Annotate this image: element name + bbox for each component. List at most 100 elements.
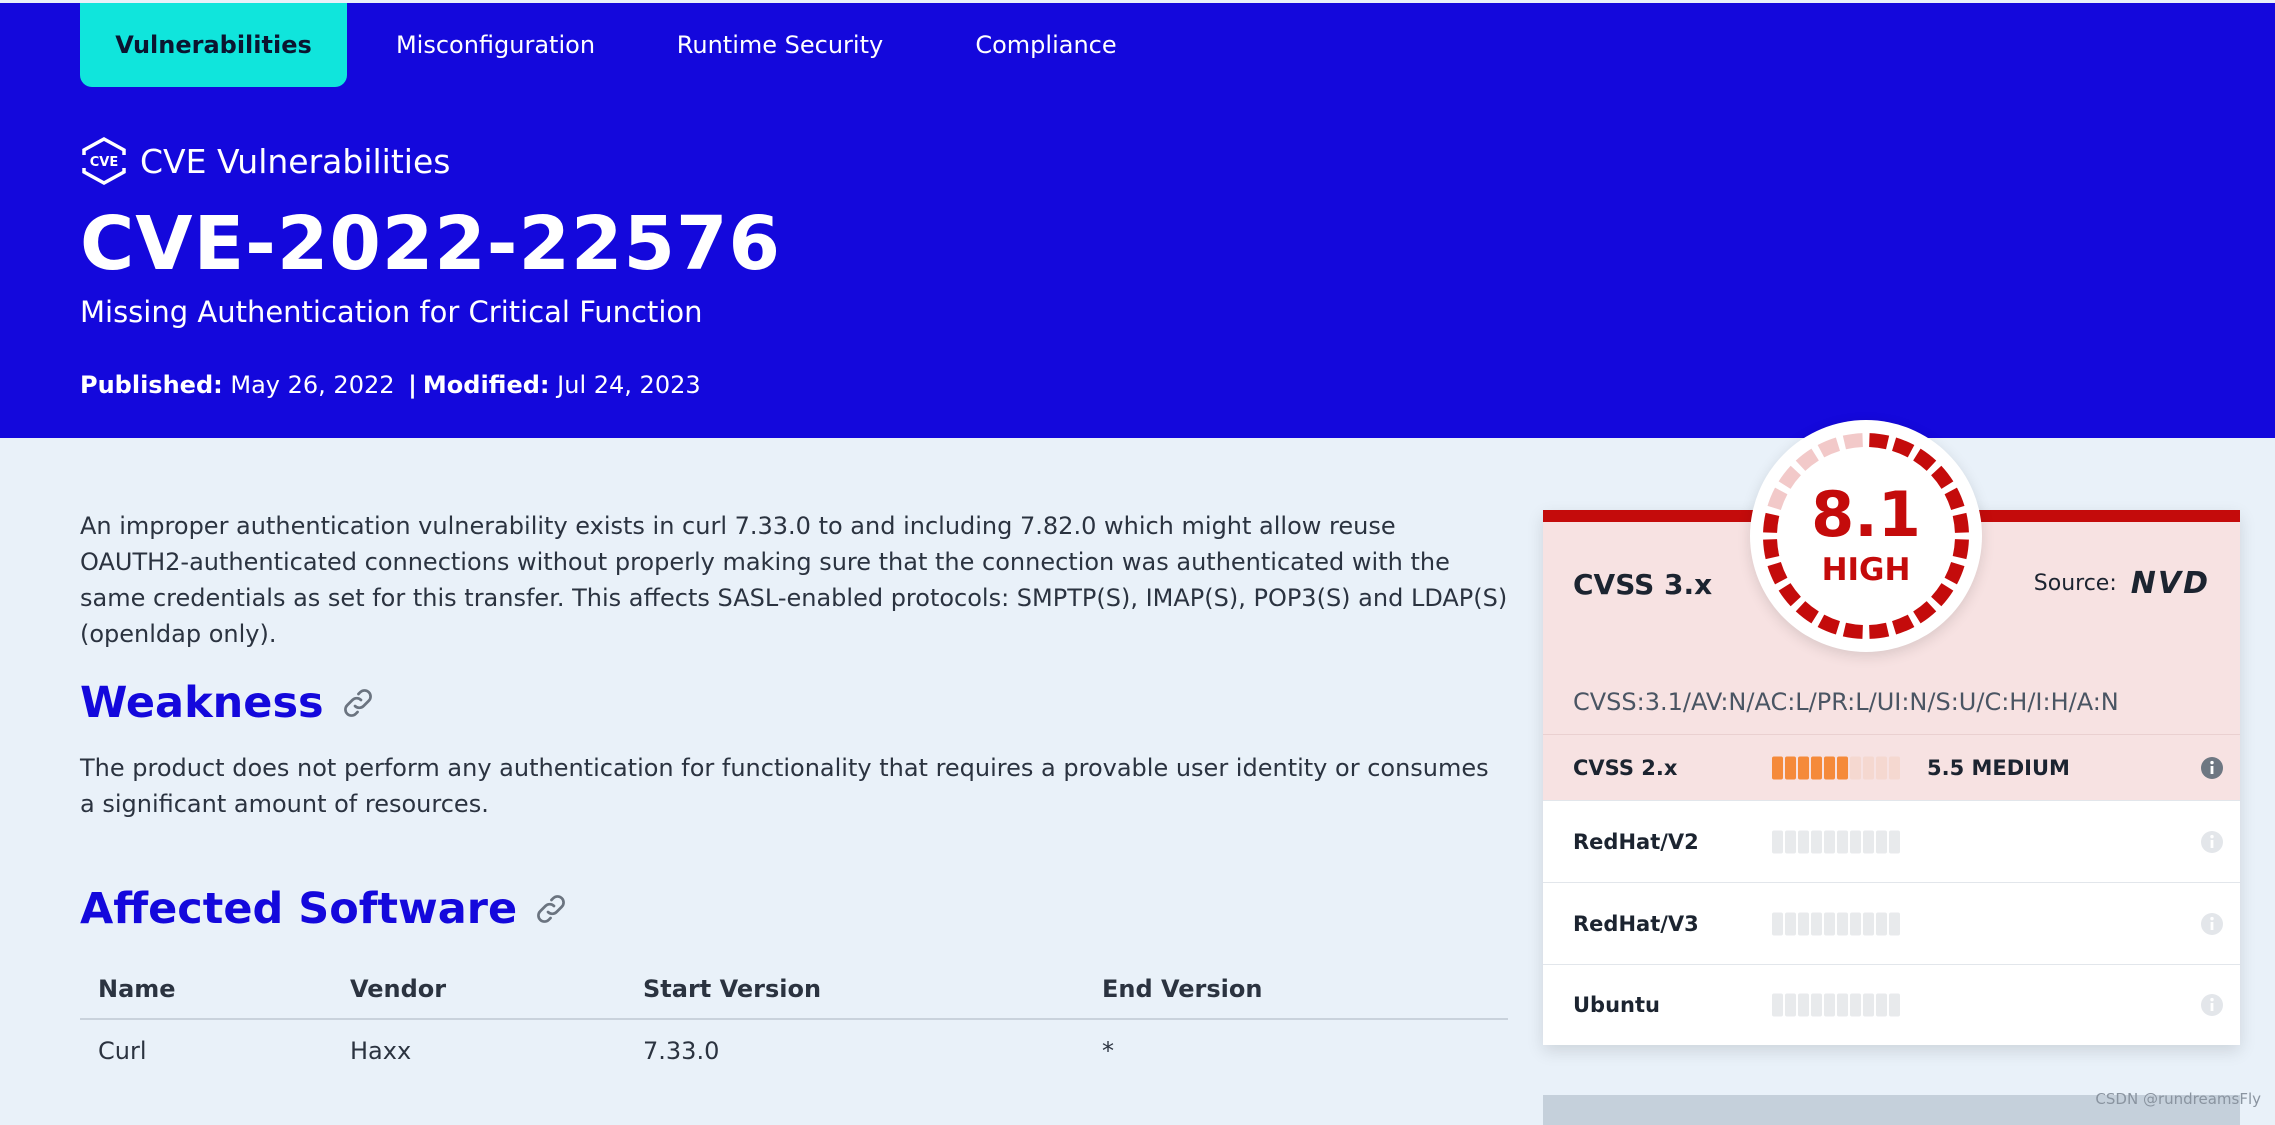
watermark: CSDN @rundreamsFly [2095,1090,2261,1108]
tab-vulnerabilities[interactable]: Vulnerabilities [80,3,347,87]
column-header: End Version [1084,960,1508,1020]
cell-vendor: Haxx [350,1037,412,1065]
score-bar-segment [1824,912,1835,935]
page-subtitle: Missing Authentication for Critical Func… [80,295,703,329]
column-header: Name [80,960,332,1020]
score-bar-segment [1850,993,1861,1017]
info-icon[interactable] [2200,993,2224,1017]
score-bar-segment [1785,756,1796,779]
score-bar-segment [1798,993,1809,1017]
weakness-text: The product does not perform any authent… [80,754,1489,818]
gauge-severity: HIGH [1821,552,1911,588]
score-bar-segment [1837,830,1848,853]
column-header: Vendor [332,960,625,1020]
link-icon[interactable] [533,891,569,927]
score-bar-segment [1876,756,1887,779]
score-bar-segment [1889,756,1900,779]
info-icon[interactable] [2200,912,2224,936]
score-bar-segment [1811,993,1822,1017]
gauge-segment [1795,448,1819,472]
score-row-ubuntu[interactable]: Ubuntu [1543,965,2240,1045]
page-title: CVE-2022-22576 [80,201,781,287]
kicker-text: CVE Vulnerabilities [140,141,451,181]
score-bar-segment [1811,830,1822,853]
score-bar-segment [1850,912,1861,935]
tab-misconfiguration[interactable]: Misconfiguration [347,3,644,87]
score-bar-segment [1876,993,1887,1017]
score-source: Source: NVD [2034,566,2210,601]
score-bar-segment [1772,756,1783,779]
score-bar [1772,830,1900,853]
score-row-redhat-v3[interactable]: RedHat/V3 [1543,883,2240,965]
cell-name: Curl [98,1037,147,1065]
tab-runtime-security[interactable]: Runtime Security [644,3,916,87]
weakness-heading: Weakness [80,678,376,728]
score-bar-segment [1863,756,1874,779]
score-bar-segment [1876,912,1887,935]
info-icon[interactable] [2200,830,2224,854]
score-bar-segment [1785,830,1796,853]
info-icon[interactable] [2200,756,2224,780]
modified-label: Modified: [422,371,550,399]
gauge-segment [1795,600,1819,624]
published-label: Published: [80,371,223,399]
score-bar-segment [1772,830,1783,853]
modified-date: Jul 24, 2023 [557,371,701,399]
dates-line: Published: May 26, 2022 | Modified: Jul 2… [80,371,701,399]
gauge-segment [1778,583,1802,607]
score-bar-segment [1889,912,1900,935]
score-bar-segment [1837,912,1848,935]
score-bar [1772,993,1900,1017]
score-bar-segment [1863,912,1874,935]
gauge-segment [1817,614,1841,635]
score-bar-segment [1824,756,1835,779]
page-header: Vulnerabilities Misconfiguration Runtime… [0,3,2275,438]
column-header: Start Version [625,960,1084,1020]
score-bar-segment [1772,993,1783,1017]
link-icon[interactable] [340,685,376,721]
gauge-segment [1930,583,1954,607]
gauge-segment [1891,614,1915,635]
score-bar-segment [1772,912,1783,935]
row-label: RedHat/V3 [1573,911,1699,936]
score-bar-segment [1889,993,1900,1017]
gauge-segment [1868,433,1890,450]
gauge-segment [1842,622,1864,639]
score-bar-segment [1824,993,1835,1017]
cve-description: An improper authentication vulnerability… [80,512,1508,648]
score-row-redhat-v2[interactable]: RedHat/V2 [1543,801,2240,883]
table-header-row: Name Vendor Start Version End Version [80,960,1508,1020]
score-bar-segment [1798,830,1809,853]
score-bar-segment [1863,993,1874,1017]
section-kicker: CVE CVE Vulnerabilities [80,137,450,185]
cvss-vector: CVSS:3.1/AV:N/AC:L/PR:L/UI:N/S:U/C:H/I:H… [1573,688,2119,716]
score-bar-segment [1811,756,1822,779]
score-bar-segment [1798,756,1809,779]
score-bar-segment [1863,830,1874,853]
affected-heading-text: Affected Software [80,884,518,934]
score-bar-segment [1824,830,1835,853]
row-label: RedHat/V2 [1573,829,1699,854]
score-bar [1772,756,1900,779]
score-bar-segment [1785,993,1796,1017]
cve-logo-icon: CVE [80,137,128,185]
score-gauge: 8.1 HIGH [1750,420,1982,652]
score-bar-segment [1837,756,1848,779]
affected-software-table: Name Vendor Start Version End Version Cu… [80,960,1508,1082]
gauge-segment [1913,600,1937,624]
gauge-segment [1891,437,1915,458]
score-bar-segment [1811,912,1822,935]
score-bar [1772,912,1900,935]
gauge-score: 8.1 [1811,478,1921,551]
tab-compliance[interactable]: Compliance [916,3,1176,87]
row-label: Ubuntu [1573,993,1660,1017]
score-bar-segment [1889,830,1900,853]
published-date: May 26, 2022 [230,371,395,399]
gauge-segment [1913,448,1937,472]
cvss3-label: CVSS 3.x [1573,568,1713,601]
weakness-heading-text: Weakness [80,678,324,728]
score-row-cvss2[interactable]: CVSS 2.x 5.5 MEDIUM [1543,734,2240,801]
row-score: 5.5 MEDIUM [1927,755,2070,780]
date-separator: | [408,371,417,399]
score-bar-segment [1876,830,1887,853]
